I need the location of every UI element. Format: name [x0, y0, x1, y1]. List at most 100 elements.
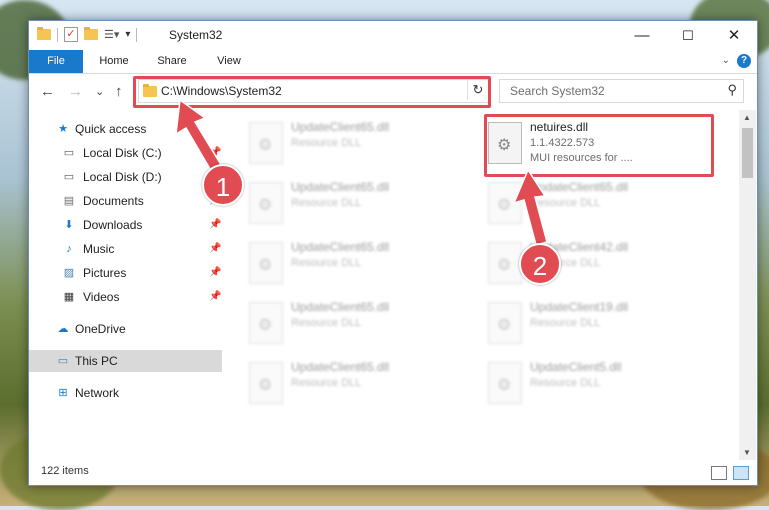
tab-share[interactable]: Share — [147, 50, 197, 73]
quick-access-toolbar: ✓ ☰▾ ▾ — [37, 27, 138, 42]
file-item[interactable]: UpdateClient19.dll Resource DLL — [488, 298, 703, 350]
window-title: System32 — [169, 28, 223, 42]
file-item[interactable]: UpdateClient65.dll Resource DLL — [488, 178, 703, 230]
documents-icon: ▤ — [63, 195, 75, 207]
sidebar-item-label: Music — [83, 242, 115, 256]
file-item[interactable]: UpdateClient65.dll Resource DLL — [249, 298, 464, 350]
file-type: Resource DLL — [291, 257, 362, 269]
sidebar-item-label: Videos — [83, 290, 120, 304]
sidebar-item-documents[interactable]: ▤ Documents 📌 — [29, 190, 222, 212]
sidebar-item-onedrive[interactable]: ☁ OneDrive — [29, 318, 222, 340]
tab-home[interactable]: Home — [89, 50, 139, 73]
vertical-scrollbar[interactable]: ▲ ▼ — [739, 110, 756, 460]
large-icons-view-icon[interactable] — [733, 466, 749, 480]
search-box[interactable]: Search System32 ⚲ — [499, 79, 744, 103]
forward-button[interactable]: → — [68, 82, 83, 102]
dll-file-icon — [488, 242, 522, 284]
toolbar-separator — [136, 27, 138, 42]
file-type: Resource DLL — [530, 377, 601, 389]
sidebar-item-label: Local Disk (D:) — [83, 170, 162, 184]
sidebar-item-pictures[interactable]: ▨ Pictures 📌 — [29, 262, 222, 284]
toolbar-separator — [57, 27, 58, 42]
tab-view[interactable]: View — [204, 50, 254, 73]
file-type: Resource DLL — [291, 317, 362, 329]
maximize-button[interactable]: ☐ — [665, 21, 711, 50]
customize-toolbar-icon[interactable]: ☰▾ — [104, 28, 119, 41]
file-item[interactable]: UpdateClient5.dll Resource DLL — [488, 358, 703, 410]
sidebar-item-music[interactable]: ♪ Music 📌 — [29, 238, 222, 260]
file-type: Resource DLL — [291, 377, 362, 389]
file-type: Resource DLL — [530, 317, 601, 329]
file-name: UpdateClient65.dll — [291, 180, 390, 194]
computer-icon: ▭ — [57, 355, 69, 367]
up-button[interactable]: ↑ — [115, 82, 123, 102]
sidebar-item-label: Local Disk (C:) — [83, 146, 162, 160]
details-view-icon[interactable] — [711, 466, 727, 480]
sidebar-item-label: Downloads — [83, 218, 143, 232]
file-type: Resource DLL — [291, 137, 362, 149]
sidebar-item-label: Documents — [83, 194, 144, 208]
expand-ribbon-icon[interactable]: ⌄ — [722, 55, 730, 66]
ribbon-tabs: File Home Share View ⌄ ? — [29, 50, 757, 74]
pin-icon: 📌 — [209, 267, 222, 278]
videos-icon: ▦ — [63, 291, 75, 303]
search-icon[interactable]: ⚲ — [727, 82, 737, 98]
file-highlight — [484, 114, 714, 177]
sidebar-item-label: This PC — [75, 354, 118, 368]
sidebar-item-downloads[interactable]: ⬇ Downloads 📌 — [29, 214, 222, 236]
step-1-badge: 1 — [202, 164, 244, 206]
file-name: UpdateClient65.dll — [291, 120, 390, 134]
file-item[interactable]: UpdateClient65.dll Resource DLL — [249, 118, 464, 170]
dll-file-icon — [488, 182, 522, 224]
step-2-badge: 2 — [519, 243, 561, 285]
close-button[interactable]: ✕ — [711, 21, 757, 50]
pin-icon: 📌 — [209, 147, 222, 158]
address-bar-highlight — [133, 76, 491, 108]
back-button[interactable]: ← — [40, 82, 55, 102]
minimize-button[interactable]: — — [619, 21, 665, 50]
pin-icon: 📌 — [209, 219, 222, 230]
tab-file[interactable]: File — [29, 50, 83, 73]
downloads-icon: ⬇ — [64, 219, 74, 231]
music-icon: ♪ — [66, 243, 72, 255]
help-icon[interactable]: ? — [737, 54, 751, 68]
file-type: Resource DLL — [530, 197, 601, 209]
dll-file-icon — [249, 302, 283, 344]
sidebar-item-quick-access[interactable]: ★ Quick access — [29, 118, 222, 140]
file-item[interactable]: UpdateClient65.dll Resource DLL — [249, 238, 464, 290]
network-icon: ⊞ — [58, 387, 68, 399]
drive-icon: ▭ — [63, 147, 75, 159]
dll-file-icon — [488, 362, 522, 404]
scroll-up-icon[interactable]: ▲ — [743, 113, 751, 122]
pin-icon: 📌 — [209, 243, 222, 254]
properties-icon[interactable]: ✓ — [64, 27, 78, 42]
scroll-thumb[interactable] — [742, 128, 753, 178]
cloud-icon: ☁ — [57, 323, 69, 335]
sidebar-item-local-disk-d[interactable]: ▭ Local Disk (D:) — [29, 166, 222, 188]
dll-file-icon — [249, 182, 283, 224]
search-placeholder: Search System32 — [510, 84, 605, 98]
pin-icon: 📌 — [209, 291, 222, 302]
recent-locations-button[interactable]: ⌄ — [95, 82, 104, 102]
sidebar-item-label: Quick access — [75, 122, 147, 136]
file-name: UpdateClient65.dll — [291, 300, 390, 314]
sidebar-item-videos[interactable]: ▦ Videos 📌 — [29, 286, 222, 308]
file-item[interactable]: UpdateClient65.dll Resource DLL — [249, 178, 464, 230]
sidebar-item-this-pc[interactable]: ▭ This PC — [29, 350, 222, 372]
new-folder-icon[interactable] — [84, 27, 98, 40]
sidebar-item-network[interactable]: ⊞ Network — [29, 382, 222, 404]
toolbar-dropdown-icon[interactable]: ▾ — [125, 29, 130, 40]
item-count: 122 items — [41, 465, 89, 477]
sidebar-item-label: Network — [75, 386, 120, 400]
dll-file-icon — [249, 362, 283, 404]
scroll-down-icon[interactable]: ▼ — [743, 448, 751, 457]
sidebar-item-label: Pictures — [83, 266, 127, 280]
dll-file-icon — [488, 302, 522, 344]
sidebar-item-local-disk-c[interactable]: ▭ Local Disk (C:) 📌 — [29, 142, 222, 164]
status-bar: 122 items — [29, 461, 757, 485]
folder-icon — [37, 27, 51, 40]
title-bar: ✓ ☰▾ ▾ System32 — ☐ ✕ — [29, 21, 757, 50]
file-type: Resource DLL — [291, 197, 362, 209]
dll-file-icon — [249, 242, 283, 284]
file-item[interactable]: UpdateClient65.dll Resource DLL — [249, 358, 464, 410]
